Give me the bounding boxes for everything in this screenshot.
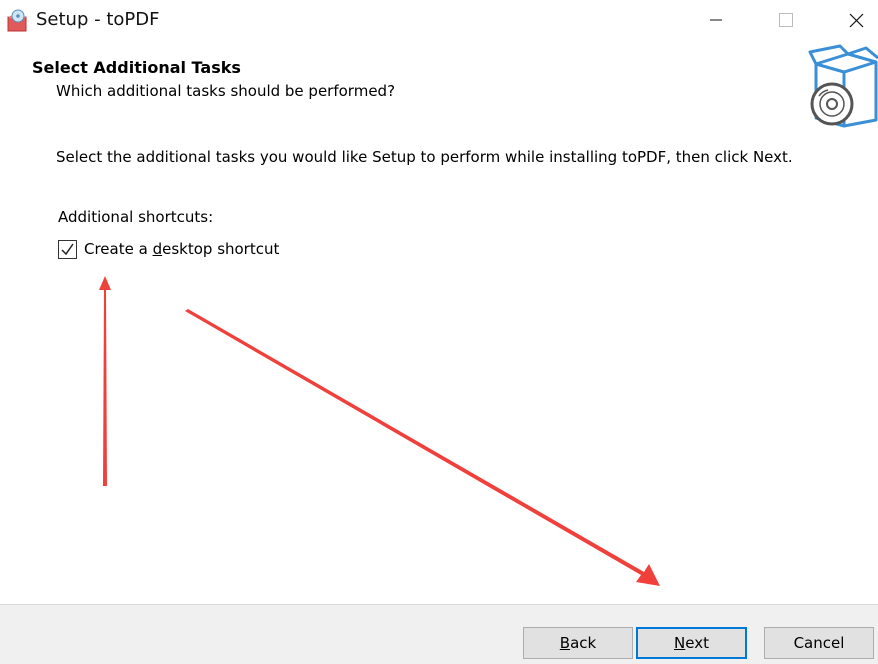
annotation-arrow-up — [99, 276, 111, 486]
window-title: Setup - toPDF — [36, 9, 160, 30]
next-button[interactable]: Next — [636, 627, 747, 659]
page-title: Select Additional Tasks — [32, 58, 241, 77]
cancel-button[interactable]: Cancel — [764, 627, 874, 659]
close-button[interactable] — [828, 0, 878, 40]
installer-disc-icon — [7, 9, 27, 32]
shortcuts-group-label: Additional shortcuts: — [58, 208, 214, 226]
back-button[interactable]: Back — [523, 627, 633, 659]
maximize-icon — [779, 13, 793, 27]
close-icon — [849, 13, 864, 28]
checkmark-icon — [61, 243, 74, 256]
instruction-text: Select the additional tasks you would li… — [56, 148, 793, 166]
desktop-shortcut-label: Create a desktop shortcut — [84, 240, 280, 258]
maximize-button[interactable] — [757, 0, 813, 40]
wizard-footer: Back Next Cancel — [0, 604, 878, 664]
minimize-button[interactable] — [688, 0, 744, 40]
wizard-header: Select Additional Tasks Which additional… — [0, 40, 878, 128]
desktop-shortcut-checkbox[interactable] — [58, 240, 77, 259]
page-subtitle: Which additional tasks should be perform… — [56, 82, 396, 100]
title-bar: Setup - toPDF — [0, 0, 878, 40]
box-disc-icon — [808, 44, 878, 128]
annotation-arrow-diagonal — [185, 309, 660, 586]
minimize-icon — [710, 19, 722, 21]
